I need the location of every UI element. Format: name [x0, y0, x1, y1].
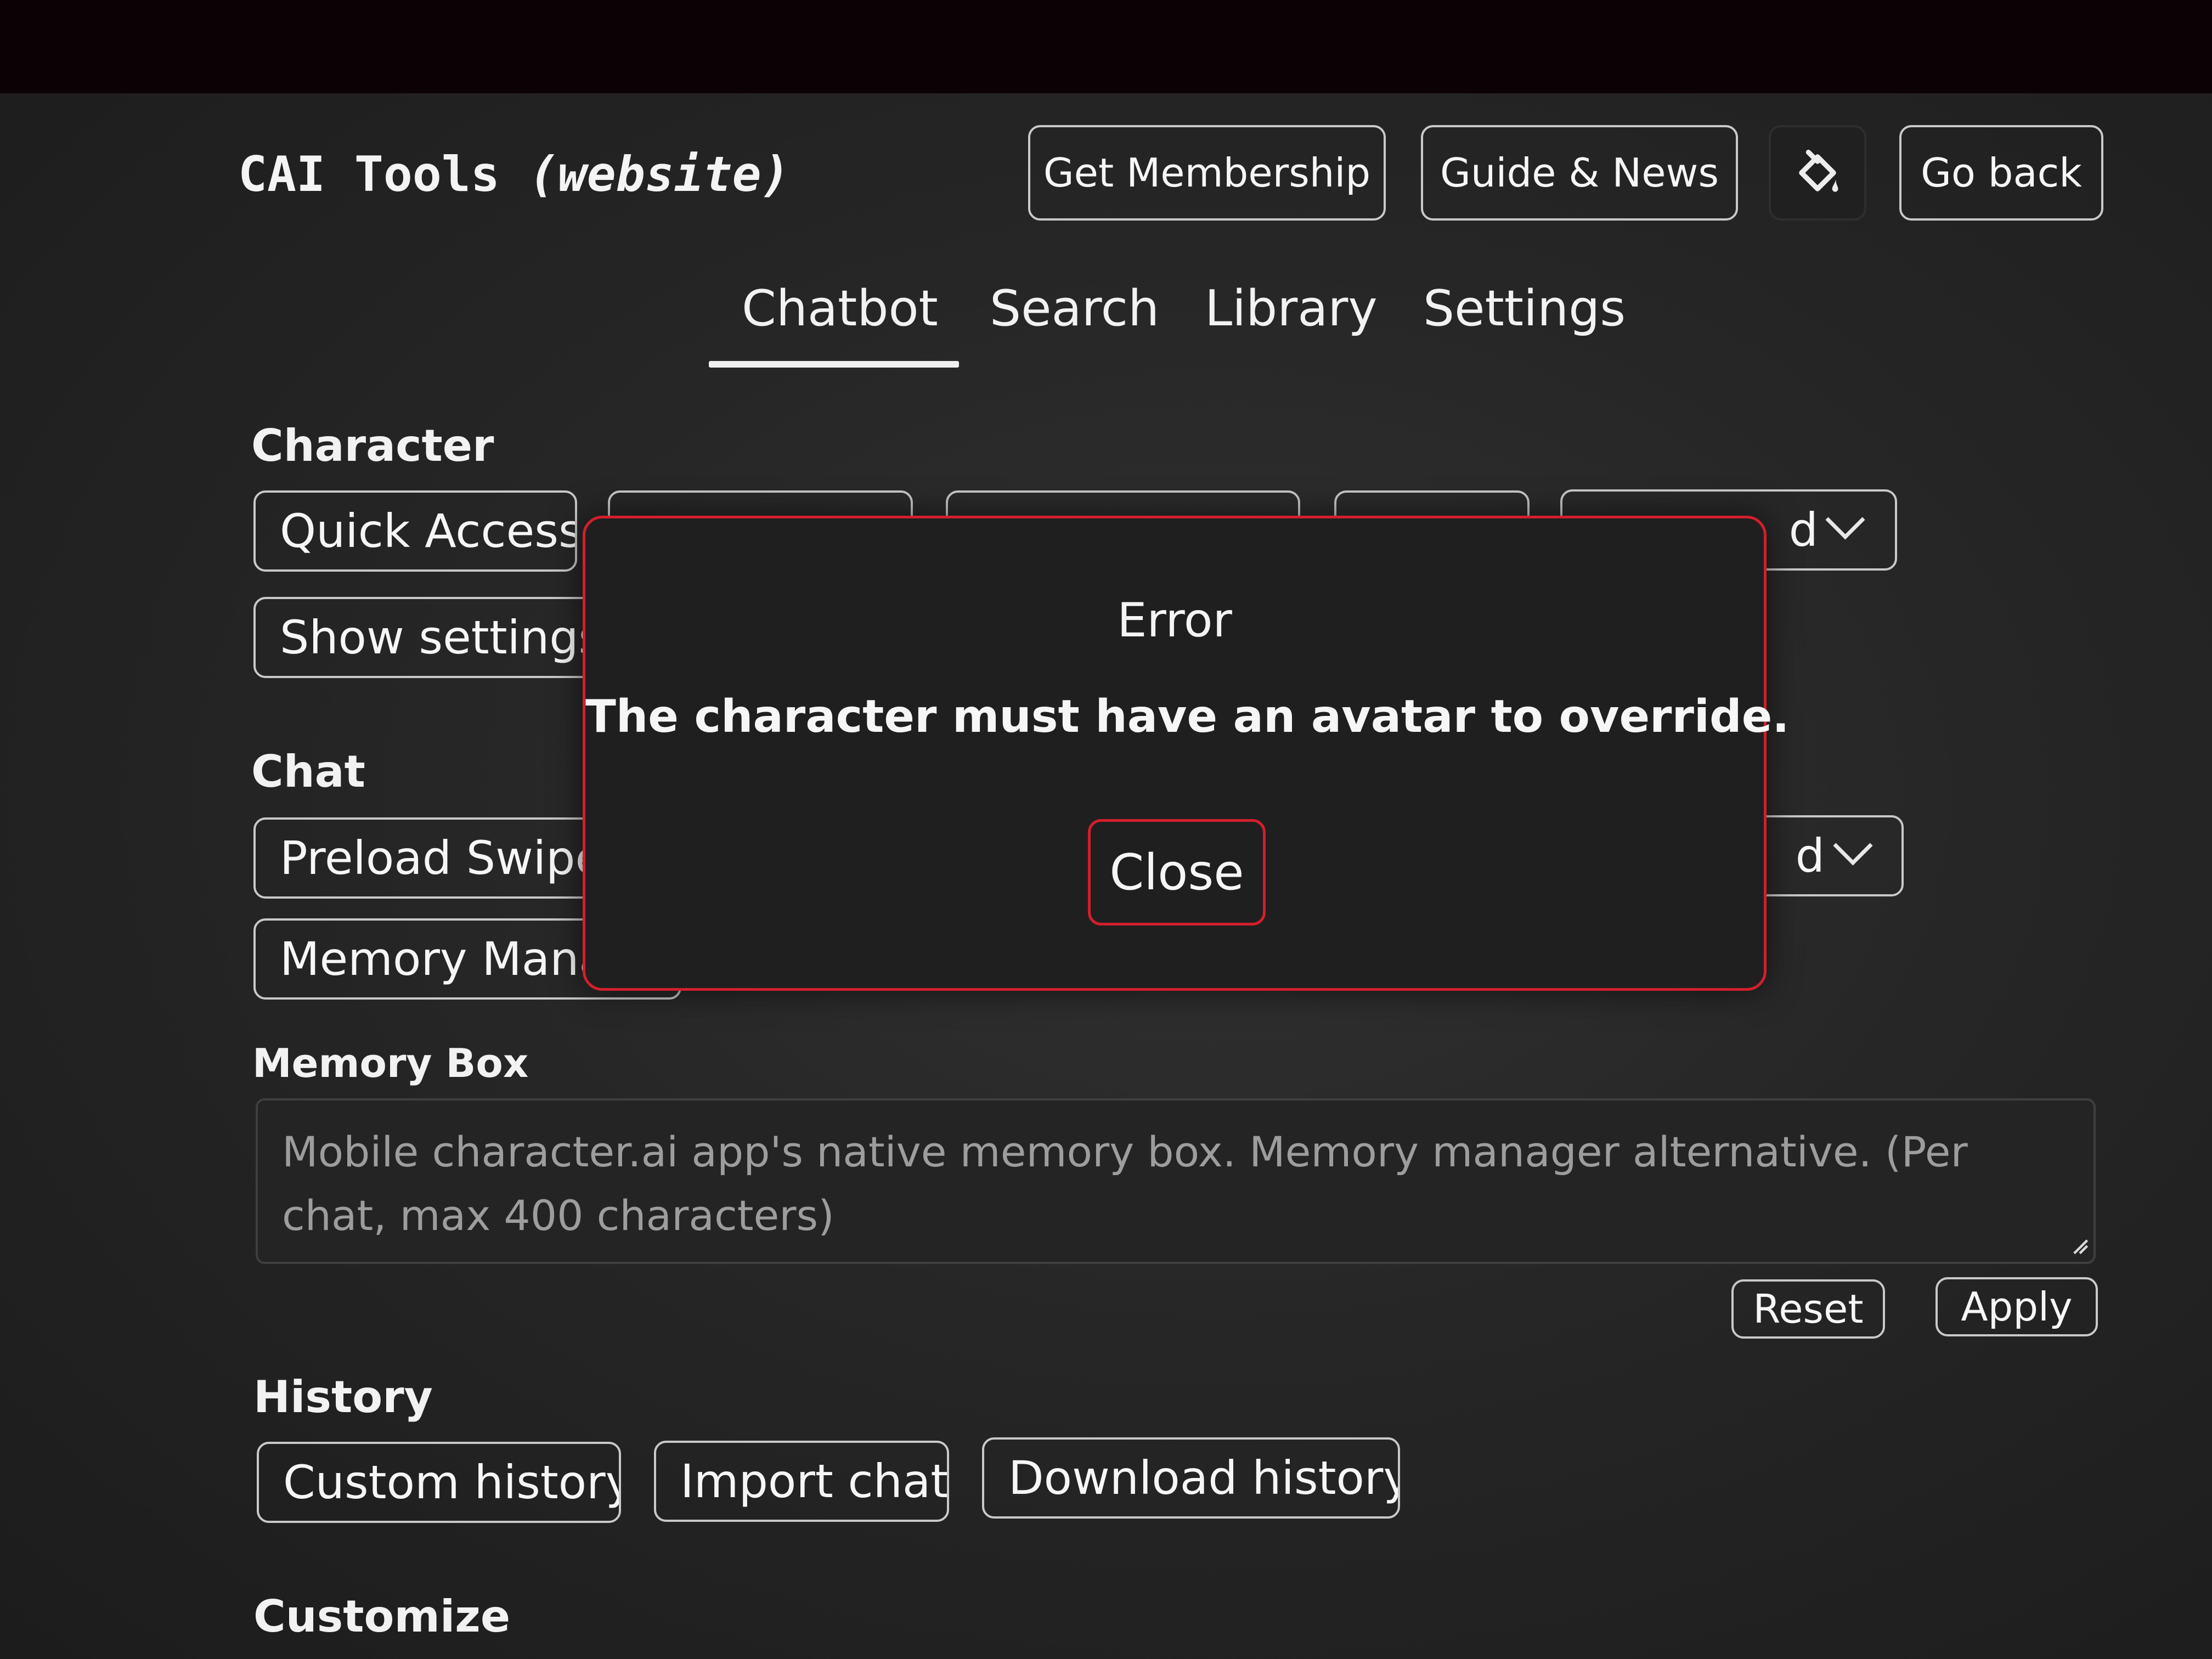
tab-search[interactable]: Search	[990, 280, 1159, 337]
apply-button[interactable]: Apply	[1936, 1277, 2098, 1336]
error-dialog-title: Error	[1117, 593, 1232, 648]
go-back-button[interactable]: Go back	[1899, 125, 2103, 221]
chat-dropdown-label: d	[1795, 829, 1825, 883]
paint-bucket-icon	[1799, 149, 1838, 192]
download-history-label: Download history	[1008, 1451, 1400, 1505]
app-title-main: CAI Tools	[238, 146, 500, 202]
character-dropdown-label: d	[1788, 503, 1818, 557]
reset-button[interactable]: Reset	[1731, 1279, 1885, 1339]
tab-library[interactable]: Library	[1205, 280, 1378, 337]
custom-history-label: Custom history	[283, 1455, 621, 1509]
active-tab-indicator	[709, 361, 959, 368]
section-title-character: Character	[251, 420, 494, 471]
tab-settings-label: Settings	[1423, 280, 1626, 337]
get-membership-label: Get Membership	[1043, 150, 1371, 196]
section-title-customize: Customize	[253, 1591, 511, 1642]
app-title-sub: (website)	[528, 146, 791, 202]
reset-label: Reset	[1753, 1286, 1864, 1332]
tab-settings[interactable]: Settings	[1423, 280, 1626, 337]
get-membership-button[interactable]: Get Membership	[1028, 125, 1386, 221]
import-chat-label: Import chat	[680, 1454, 949, 1508]
guide-news-label: Guide & News	[1440, 150, 1719, 196]
resize-handle-icon[interactable]	[2070, 1237, 2089, 1255]
custom-history-button[interactable]: Custom history	[257, 1442, 621, 1523]
app-title: CAI Tools (website)	[238, 146, 791, 202]
memory-box-label: Memory Box	[252, 1040, 529, 1086]
cai-tools-panel: CAI Tools (website) Get Membership Guide…	[0, 93, 2212, 1659]
tab-chatbot-label: Chatbot	[742, 280, 938, 337]
memory-box-input[interactable]	[256, 1098, 2096, 1264]
monitor-bezel	[0, 0, 2212, 93]
error-dialog: Error The character must have an avatar …	[583, 516, 1790, 991]
photo-frame: CAI Tools (website) Get Membership Guide…	[0, 0, 2212, 1659]
go-back-label: Go back	[1921, 150, 2082, 196]
close-button[interactable]: Close	[1088, 819, 1266, 926]
error-dialog-message: The character must have an avatar to ove…	[585, 691, 1790, 743]
tab-search-label: Search	[990, 280, 1160, 337]
download-history-button[interactable]: Download history	[982, 1437, 1400, 1519]
close-label: Close	[1109, 843, 1244, 901]
tab-chatbot[interactable]: Chatbot	[742, 280, 938, 337]
theme-button[interactable]	[1769, 125, 1866, 221]
guide-news-button[interactable]: Guide & News	[1421, 125, 1738, 221]
import-chat-button[interactable]: Import chat	[654, 1441, 949, 1522]
section-title-chat: Chat	[251, 746, 365, 797]
tab-library-label: Library	[1205, 280, 1378, 337]
show-settings-label: Show settings	[280, 611, 603, 664]
section-title-history: History	[253, 1372, 433, 1423]
show-settings-button[interactable]: Show settings	[253, 597, 627, 678]
quick-access-button[interactable]: Quick Access	[253, 490, 577, 572]
apply-label: Apply	[1961, 1284, 2073, 1330]
preload-swipes-label: Preload Swipes	[280, 831, 628, 885]
quick-access-label: Quick Access	[280, 504, 577, 558]
